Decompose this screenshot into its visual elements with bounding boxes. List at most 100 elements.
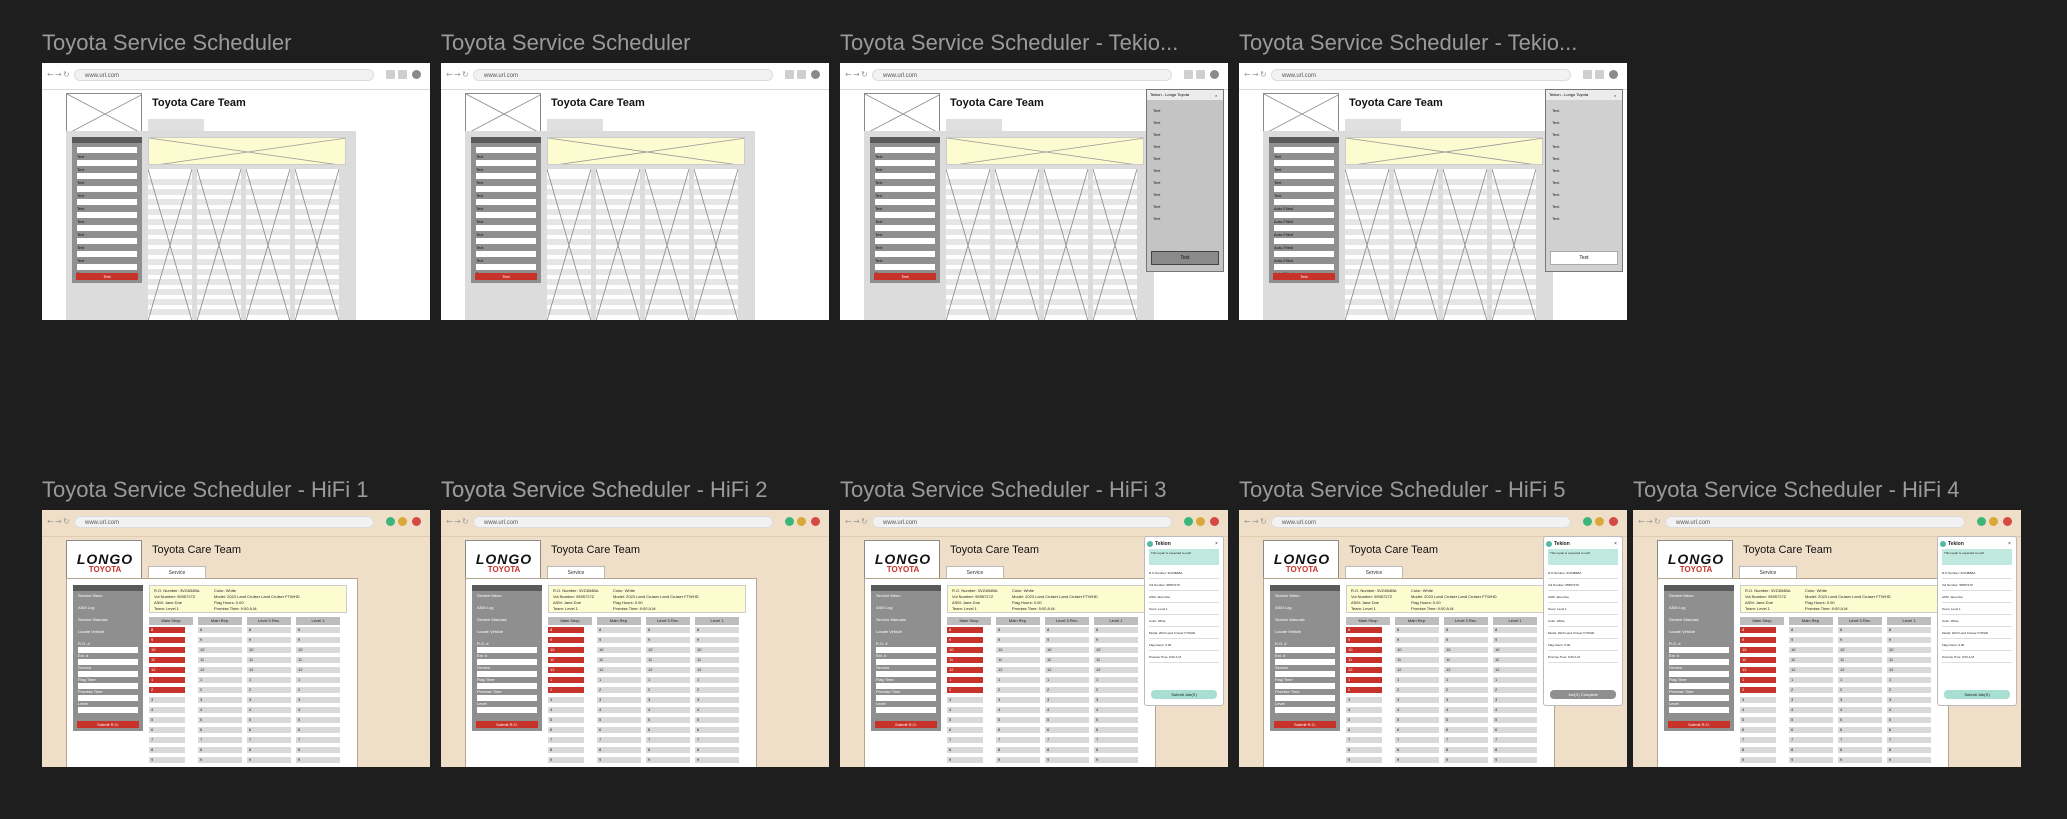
schedule-cell[interactable]: 9 [198,757,242,763]
panel-row[interactable]: Vol Number: 9595727Z [1942,581,2012,591]
schedule-cell[interactable]: 1 [1346,677,1382,683]
schedule-cell[interactable]: 8 [1740,747,1776,753]
schedule-cell[interactable]: 3 [149,697,185,703]
sidebar-input[interactable] [875,251,935,257]
forward-icon[interactable]: → [1646,518,1653,526]
schedule-cell[interactable]: 9 [247,637,291,643]
sidebar-input[interactable] [477,707,537,713]
schedule-cell[interactable]: 10 [1838,647,1882,653]
schedule-cell[interactable]: 8 [1838,627,1882,633]
schedule-cell[interactable]: 8 [1493,747,1537,753]
schedule-cell[interactable]: 6 [1395,727,1439,733]
schedule-cell[interactable]: 6 [247,727,291,733]
maximize-icon[interactable] [1196,70,1205,79]
schedule-cell[interactable]: 2 [1493,687,1537,693]
schedule-cell[interactable]: 11 [1395,657,1439,663]
schedule-cell[interactable]: 11 [548,657,584,663]
schedule-cell[interactable]: 4 [1094,707,1138,713]
schedule-cell[interactable]: 1 [247,677,291,683]
schedule-cell[interactable]: 2 [996,687,1040,693]
schedule-cell[interactable]: 4 [247,707,291,713]
reload-icon[interactable]: ↻ [1260,71,1267,79]
schedule-cell[interactable]: 4 [1444,707,1488,713]
schedule-cell[interactable]: 12 [996,667,1040,673]
schedule-cell[interactable]: 11 [1789,657,1833,663]
schedule-cell[interactable]: 8 [296,747,340,753]
panel-row[interactable]: Color: White [1149,617,1219,627]
schedule-cell[interactable]: 4 [1740,707,1776,713]
schedule-cell[interactable]: 9 [1838,637,1882,643]
schedule-cell[interactable]: 2 [247,687,291,693]
schedule-cell[interactable]: 8 [548,747,584,753]
extension-icon[interactable] [785,517,794,526]
schedule-cell[interactable]: 9 [1493,637,1537,643]
sidebar-input[interactable] [77,186,137,192]
schedule-cell[interactable]: 4 [1887,707,1931,713]
extension-icon[interactable] [1184,517,1193,526]
schedule-cell[interactable]: 3 [695,697,739,703]
schedule-cell[interactable]: 6 [548,727,584,733]
reload-icon[interactable]: ↻ [63,518,70,526]
schedule-cell[interactable]: 1 [1094,677,1138,683]
schedule-cell[interactable]: 9 [695,637,739,643]
schedule-cell[interactable]: 11 [1740,657,1776,663]
schedule-cell[interactable]: 10 [548,647,584,653]
schedule-cell[interactable]: 8 [996,627,1040,633]
url-bar[interactable]: www.url.com [1665,516,1965,528]
panel-row[interactable]: ASM: Jane Doe [1942,593,2012,603]
tab-service[interactable] [148,119,204,131]
schedule-cell[interactable]: 5 [198,717,242,723]
schedule-cell[interactable]: 9 [1740,757,1776,763]
schedule-cell[interactable]: 9 [1887,757,1931,763]
schedule-cell[interactable]: 9 [646,637,690,643]
schedule-cell[interactable]: 10 [1740,647,1776,653]
url-bar[interactable]: www.url.com [74,69,374,81]
tab-service[interactable] [547,119,603,131]
panel-row[interactable]: Promise Time: 9:00 A.M. [1548,653,1618,663]
panel-action-button[interactable]: Job(X) Complete [1550,690,1616,699]
panel-row[interactable]: Model: 2023 Land Cruiser FTWHD [1548,629,1618,639]
schedule-cell[interactable]: 9 [1045,637,1089,643]
schedule-cell[interactable]: 6 [1094,727,1138,733]
sidebar-input[interactable] [77,251,137,257]
schedule-cell[interactable]: 8 [646,627,690,633]
schedule-cell[interactable]: 9 [1346,757,1382,763]
sidebar-input[interactable] [476,251,536,257]
submit-button[interactable]: Submit R.O. [1668,721,1730,728]
sidebar-input[interactable] [1669,707,1729,713]
schedule-cell[interactable]: 3 [247,697,291,703]
schedule-cell[interactable]: 8 [198,747,242,753]
extension-icon[interactable] [386,517,395,526]
sidebar-input[interactable] [875,212,935,218]
url-bar[interactable]: www.url.com [1271,69,1571,81]
schedule-cell[interactable]: 1 [695,677,739,683]
back-icon[interactable]: ← [1244,71,1251,79]
extension-icon[interactable] [1977,517,1986,526]
schedule-cell[interactable]: 11 [1346,657,1382,663]
schedule-cell[interactable]: 6 [198,727,242,733]
schedule-cell[interactable]: 7 [947,737,983,743]
panel-row[interactable]: Color: White [1942,617,2012,627]
schedule-cell[interactable]: 6 [296,727,340,733]
sidebar-input[interactable] [77,225,137,231]
back-icon[interactable]: ← [845,518,852,526]
schedule-cell[interactable]: 3 [1444,697,1488,703]
schedule-cell[interactable]: 10 [646,647,690,653]
schedule-cell[interactable]: 10 [296,647,340,653]
schedule-cell[interactable]: 12 [1740,667,1776,673]
schedule-cell[interactable]: 5 [1493,717,1537,723]
schedule-cell[interactable]: 3 [1094,697,1138,703]
schedule-cell[interactable]: 11 [1094,657,1138,663]
schedule-cell[interactable]: 9 [1094,757,1138,763]
schedule-cell[interactable]: 8 [695,627,739,633]
forward-icon[interactable]: → [1252,518,1259,526]
sidebar-input[interactable] [476,186,536,192]
schedule-cell[interactable]: 3 [1346,697,1382,703]
schedule-cell[interactable]: 2 [597,687,641,693]
schedule-cell[interactable]: 9 [1444,757,1488,763]
sidebar-input[interactable] [875,186,935,192]
schedule-cell[interactable]: 4 [1838,707,1882,713]
schedule-cell[interactable]: 8 [1887,627,1931,633]
minimize-icon[interactable] [785,70,794,79]
schedule-cell[interactable]: 9 [296,637,340,643]
